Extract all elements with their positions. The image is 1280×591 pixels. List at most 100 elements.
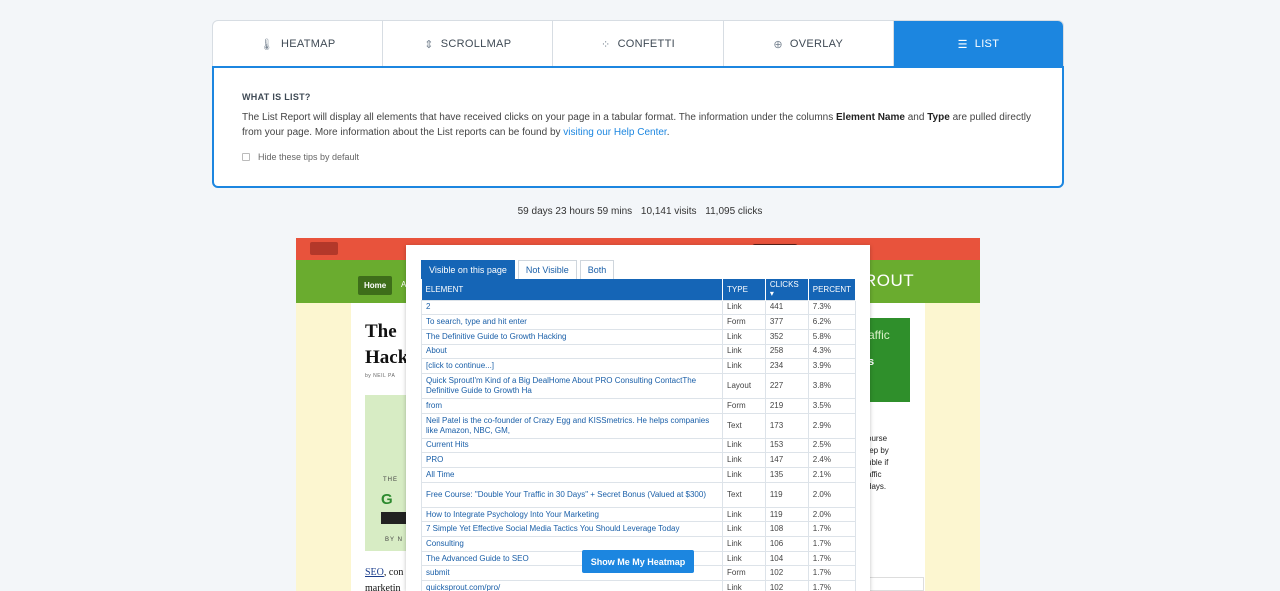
- subtab-not-visible[interactable]: Not Visible: [517, 260, 577, 279]
- table-row[interactable]: To search, type and hit enter Form 377 6.2%: [420, 314, 857, 330]
- element-clicks: 119: [764, 506, 809, 523]
- table-row[interactable]: About Link 258 4.3%: [420, 343, 857, 360]
- element-percent: 3.8%: [807, 372, 857, 399]
- info-text-part: .: [666, 127, 670, 138]
- table-row[interactable]: Current Hits Link 153 2.5%: [420, 437, 857, 454]
- table-row[interactable]: How to Integrate Psychology Into Your Ma…: [420, 506, 857, 523]
- element-percent: 7.3%: [807, 299, 857, 316]
- element-clicks: 102: [764, 580, 809, 591]
- element-name-link[interactable]: Current Hits: [420, 437, 724, 454]
- tab-list[interactable]: ☰ LIST: [893, 21, 1063, 67]
- element-name-link[interactable]: About: [420, 343, 724, 360]
- preview-marketing-line: marketin: [365, 583, 401, 591]
- ad-bold: s: [868, 356, 875, 368]
- table-row[interactable]: 7 Simple Yet Effective Social Media Tact…: [420, 521, 857, 538]
- subtab-both[interactable]: Both: [579, 260, 615, 279]
- ad-text: affic: [868, 328, 890, 342]
- show-heatmap-button[interactable]: Show Me My Heatmap: [582, 550, 694, 573]
- table-row[interactable]: The Definitive Guide to Growth Hacking Li…: [420, 328, 857, 345]
- element-clicks: 258: [764, 343, 809, 360]
- element-percent: 1.7%: [807, 550, 857, 567]
- tab-heatmap[interactable]: 🌡 HEATMAP: [213, 21, 384, 67]
- stats-clicks: 11,095 clicks: [705, 206, 763, 217]
- info-text: The List Report will display all element…: [242, 110, 1034, 140]
- element-name-link[interactable]: The Definitive Guide to Growth Hacking: [420, 328, 724, 345]
- table-body: 2 Link 441 7.3% To search, type and hit ente…: [420, 299, 857, 591]
- list-report-panel: Visible on this page Not Visible Both EL…: [406, 245, 870, 591]
- hide-tips-row: Hide these tips by default: [242, 152, 1034, 162]
- book-letter: G: [381, 491, 393, 508]
- element-percent: 2.9%: [807, 412, 857, 439]
- element-name-link[interactable]: How to Integrate Psychology Into Your Ma…: [420, 506, 724, 523]
- table-row[interactable]: Neil Patel is the co-founder of Crazy Eg…: [420, 412, 857, 439]
- tab-label: LIST: [974, 38, 1000, 50]
- element-percent: 5.8%: [807, 328, 857, 345]
- element-name-link[interactable]: 7 Simple Yet Effective Social Media Tact…: [420, 521, 724, 538]
- tab-scrollmap[interactable]: ⇕ SCROLLMAP: [383, 21, 554, 67]
- element-type: Text: [722, 412, 766, 439]
- col-type-header[interactable]: TYPE: [722, 279, 766, 300]
- element-name-link[interactable]: Neil Patel is the co-founder of Crazy Eg…: [420, 412, 724, 439]
- tab-label: OVERLAY: [789, 38, 844, 50]
- element-name-link[interactable]: Quick SproutI'm Kind of a Big DealHome A…: [420, 372, 724, 399]
- element-clicks: 153: [764, 437, 809, 454]
- stats-duration: 59 days 23 hours 59 mins: [517, 206, 633, 217]
- table-row[interactable]: 2 Link 441 7.3%: [420, 299, 857, 316]
- preview-side-box: [864, 577, 924, 591]
- table-row[interactable]: Quick SproutI'm Kind of a Big DealHome A…: [420, 372, 857, 399]
- info-text-part: The List Report will display all element…: [242, 112, 837, 123]
- hide-tips-label[interactable]: Hide these tips by default: [258, 152, 359, 162]
- stats-visits: 10,141 visits: [640, 206, 697, 217]
- element-percent: 2.5%: [807, 437, 857, 454]
- element-clicks: 108: [764, 521, 809, 538]
- element-name-link[interactable]: All Time: [420, 467, 724, 483]
- table-row[interactable]: PRO Link 147 2.4%: [420, 452, 857, 468]
- help-center-link[interactable]: visiting our Help Center: [563, 127, 666, 138]
- side-line: uble if: [867, 458, 889, 467]
- subtab-visible[interactable]: Visible on this page: [421, 260, 515, 279]
- tab-label: CONFETTI: [617, 38, 675, 50]
- element-clicks: 173: [764, 412, 809, 439]
- preview-title-line-2: Hack: [365, 347, 409, 368]
- preview-byline: by NEIL PA: [365, 373, 396, 379]
- scroll-icon: ⇕: [424, 38, 434, 51]
- element-type: Link: [722, 452, 766, 468]
- table-row[interactable]: Free Course: "Double Your Traffic in 30 …: [420, 481, 857, 508]
- tab-confetti[interactable]: ⁘ CONFETTI: [553, 21, 724, 67]
- element-percent: 2.0%: [807, 506, 857, 523]
- table-row[interactable]: quicksprout.com/pro/Link 102 1.7%: [420, 580, 857, 591]
- col-clicks-header[interactable]: CLICKS ▾: [765, 279, 809, 300]
- element-name-link[interactable]: 2: [420, 299, 724, 316]
- element-percent: 3.9%: [807, 358, 857, 374]
- preview-logo-icon: [310, 242, 338, 255]
- element-clicks: 147: [764, 452, 809, 468]
- hide-tips-checkbox[interactable]: [242, 153, 250, 161]
- element-name-link[interactable]: To search, type and hit enter: [420, 314, 724, 330]
- element-percent: 2.4%: [807, 452, 857, 468]
- element-name-link[interactable]: PRO: [420, 452, 724, 468]
- element-name-link[interactable]: from: [420, 397, 724, 414]
- side-line: affic: [867, 470, 882, 479]
- col-percent-header[interactable]: PERCENT: [808, 279, 857, 300]
- table-row[interactable]: [click to continue...] Link 234 3.9%: [420, 358, 857, 374]
- table-row[interactable]: from Form 219 3.5%: [420, 397, 857, 414]
- preview-home-button: Home: [358, 276, 393, 295]
- element-clicks: 227: [764, 372, 809, 399]
- tab-overlay[interactable]: ⊕ OVERLAY: [724, 21, 894, 67]
- element-percent: 6.2%: [807, 314, 857, 330]
- element-clicks: 106: [764, 536, 809, 552]
- element-percent: 1.7%: [807, 536, 857, 552]
- element-clicks: 377: [764, 314, 809, 330]
- element-type: Form: [722, 397, 766, 414]
- col-element-header[interactable]: ELEMENT: [421, 279, 724, 300]
- table-row[interactable]: All Time Link 135 2.1%: [420, 467, 857, 483]
- preview-book-image: THE G BY N: [365, 395, 409, 551]
- book-text: THE: [383, 477, 398, 483]
- element-name-link[interactable]: quicksprout.com/pro/: [420, 580, 724, 591]
- element-type: Form: [722, 314, 766, 330]
- element-name-link[interactable]: [click to continue...]: [420, 358, 724, 374]
- element-percent: 1.7%: [807, 565, 857, 582]
- element-clicks: 352: [764, 328, 809, 345]
- element-name-link[interactable]: Free Course: "Double Your Traffic in 30 …: [420, 481, 724, 508]
- tab-label: SCROLLMAP: [440, 38, 512, 50]
